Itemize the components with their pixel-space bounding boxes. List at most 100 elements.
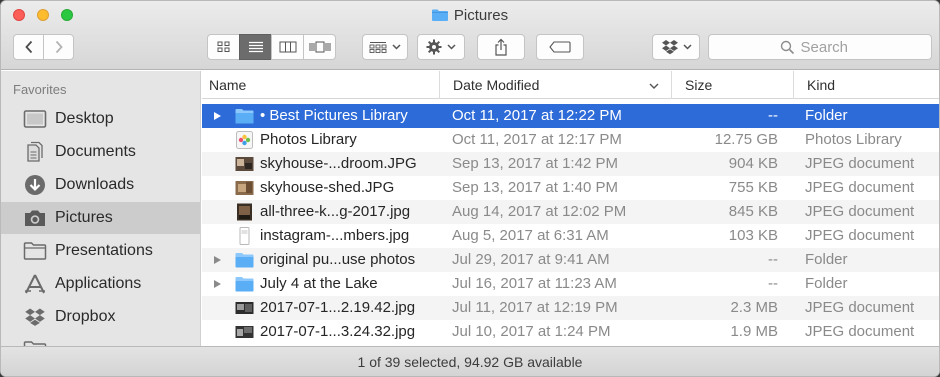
column-size[interactable]: Size <box>671 71 793 99</box>
sidebar-item-label: Desktop <box>55 110 114 127</box>
image-thumbnail-icon <box>235 326 254 338</box>
file-kind: JPEG document <box>805 299 915 316</box>
sidebar-item-dropbox[interactable]: Dropbox <box>1 301 200 333</box>
table-row[interactable]: all-three-k...g-2017.jpg Aug 14, 2017 at… <box>202 200 939 224</box>
file-kind: Folder <box>805 107 848 124</box>
file-name: original pu...use photos <box>260 251 416 268</box>
dropbox-icon <box>661 40 678 55</box>
file-size: 12.75 GB <box>714 131 778 148</box>
table-row[interactable]: original pu...use photos Jul 29, 2017 at… <box>202 248 939 272</box>
file-size: 103 KB <box>728 227 778 244</box>
file-kind: Photos Library <box>805 131 902 148</box>
disclosure-triangle[interactable] <box>212 272 224 296</box>
cover-flow-view-button[interactable] <box>303 34 336 60</box>
sidebar-item-label: Documents <box>55 143 136 160</box>
sidebar-item-applications[interactable]: Applications <box>1 268 200 300</box>
disclosure-triangle[interactable] <box>212 104 224 128</box>
search-field[interactable] <box>708 34 932 60</box>
file-name: • Best Pictures Library <box>260 107 408 124</box>
file-date: Jul 10, 2017 at 1:24 PM <box>452 323 611 340</box>
icon-view-button[interactable] <box>207 34 240 60</box>
table-row[interactable]: Photos Library Oct 11, 2017 at 12:17 PM … <box>202 128 939 152</box>
chevron-right-icon <box>214 112 221 120</box>
search-icon <box>780 40 794 54</box>
tags-button[interactable] <box>536 34 584 60</box>
file-size: -- <box>768 251 778 268</box>
tag-icon <box>549 41 571 53</box>
column-name[interactable]: Name <box>209 71 439 99</box>
column-kind[interactable]: Kind <box>793 71 939 99</box>
column-size-label: Size <box>685 77 713 93</box>
disclosure-triangle[interactable] <box>212 248 224 272</box>
table-row[interactable]: 2017-07-1...2.19.42.jpg Jul 11, 2017 at … <box>202 296 939 320</box>
sidebar-item-label: Pictures <box>55 209 113 226</box>
chevron-right-icon <box>214 256 221 264</box>
file-date: Jul 16, 2017 at 11:23 AM <box>452 275 617 292</box>
sidebar-item-partial[interactable] <box>1 334 200 346</box>
arrange-button[interactable] <box>362 34 408 60</box>
gear-icon <box>426 39 442 55</box>
list-view-button[interactable] <box>239 34 272 60</box>
downloads-icon <box>22 174 48 196</box>
sidebar-item-presentations[interactable]: Presentations <box>1 235 200 267</box>
column-date-modified[interactable]: Date Modified <box>439 71 671 99</box>
folder-icon <box>235 109 254 124</box>
file-size: 1.9 MB <box>730 323 778 340</box>
file-size: -- <box>768 275 778 292</box>
action-button[interactable] <box>417 34 465 60</box>
dropbox-icon <box>22 306 48 328</box>
file-date: Jul 11, 2017 at 12:19 PM <box>452 299 618 316</box>
file-date: Sep 13, 2017 at 1:42 PM <box>452 155 618 172</box>
search-input[interactable] <box>800 38 861 56</box>
image-thumbnail-icon <box>235 302 254 314</box>
sidebar-item-pictures[interactable]: Pictures <box>1 202 200 234</box>
file-kind: Folder <box>805 275 848 292</box>
cover-flow-view-icon <box>309 41 330 53</box>
file-date: Aug 14, 2017 at 12:02 PM <box>452 203 627 220</box>
folder-icon <box>431 9 448 21</box>
folder-icon <box>235 277 254 292</box>
file-date: Sep 13, 2017 at 1:40 PM <box>452 179 618 196</box>
table-row[interactable]: skyhouse-...droom.JPG Sep 13, 2017 at 1:… <box>202 152 939 176</box>
file-kind: JPEG document <box>805 155 915 172</box>
image-thumbnail-icon <box>235 157 254 171</box>
sidebar-item-downloads[interactable]: Downloads <box>1 169 200 201</box>
table-row[interactable]: 2017-07-1...3.24.32.jpg Jul 10, 2017 at … <box>202 320 939 344</box>
camera-icon <box>22 207 48 229</box>
forward-button[interactable] <box>43 34 74 60</box>
sidebar-item-documents[interactable]: Documents <box>1 136 200 168</box>
share-button[interactable] <box>477 34 525 60</box>
status-text: 1 of 39 selected, 94.92 GB available <box>357 354 583 370</box>
photos-library-icon <box>236 131 253 149</box>
file-list: Name Date Modified Size Kind • Best Pict… <box>202 71 939 346</box>
table-row[interactable]: instagram-...mbers.jpg Aug 5, 2017 at 6:… <box>202 224 939 248</box>
image-thumbnail-icon <box>235 181 254 195</box>
sidebar: Favorites Desktop Documents Downloads Pi… <box>1 71 201 346</box>
file-size: -- <box>768 107 778 124</box>
file-kind: JPEG document <box>805 227 915 244</box>
column-date-label: Date Modified <box>453 77 540 93</box>
file-size: 755 KB <box>728 179 778 196</box>
sidebar-item-label: Dropbox <box>55 308 116 325</box>
dropbox-button[interactable] <box>652 34 700 60</box>
desktop-icon <box>22 108 48 130</box>
table-row[interactable]: July 4 at the Lake Jul 16, 2017 at 11:23… <box>202 272 939 296</box>
file-name: Photos Library <box>260 131 357 148</box>
table-row[interactable]: • Best Pictures Library Oct 11, 2017 at … <box>202 104 939 128</box>
sidebar-item-desktop[interactable]: Desktop <box>1 103 200 135</box>
file-name: all-three-k...g-2017.jpg <box>260 203 411 220</box>
file-size: 904 KB <box>728 155 778 172</box>
file-name: skyhouse-...droom.JPG <box>260 155 417 172</box>
back-button[interactable] <box>13 34 44 60</box>
table-row[interactable]: skyhouse-shed.JPG Sep 13, 2017 at 1:40 P… <box>202 176 939 200</box>
image-thumbnail-icon <box>239 227 250 245</box>
navigation-buttons <box>13 34 74 60</box>
column-view-button[interactable] <box>271 34 304 60</box>
chevron-right-icon <box>55 40 63 54</box>
chevron-down-icon <box>682 44 692 50</box>
sort-descending-icon <box>649 83 659 89</box>
file-name: 2017-07-1...3.24.32.jpg <box>260 323 416 340</box>
chevron-down-icon <box>447 44 456 50</box>
file-date: Jul 29, 2017 at 9:41 AM <box>452 251 610 268</box>
file-size: 2.3 MB <box>730 299 778 316</box>
